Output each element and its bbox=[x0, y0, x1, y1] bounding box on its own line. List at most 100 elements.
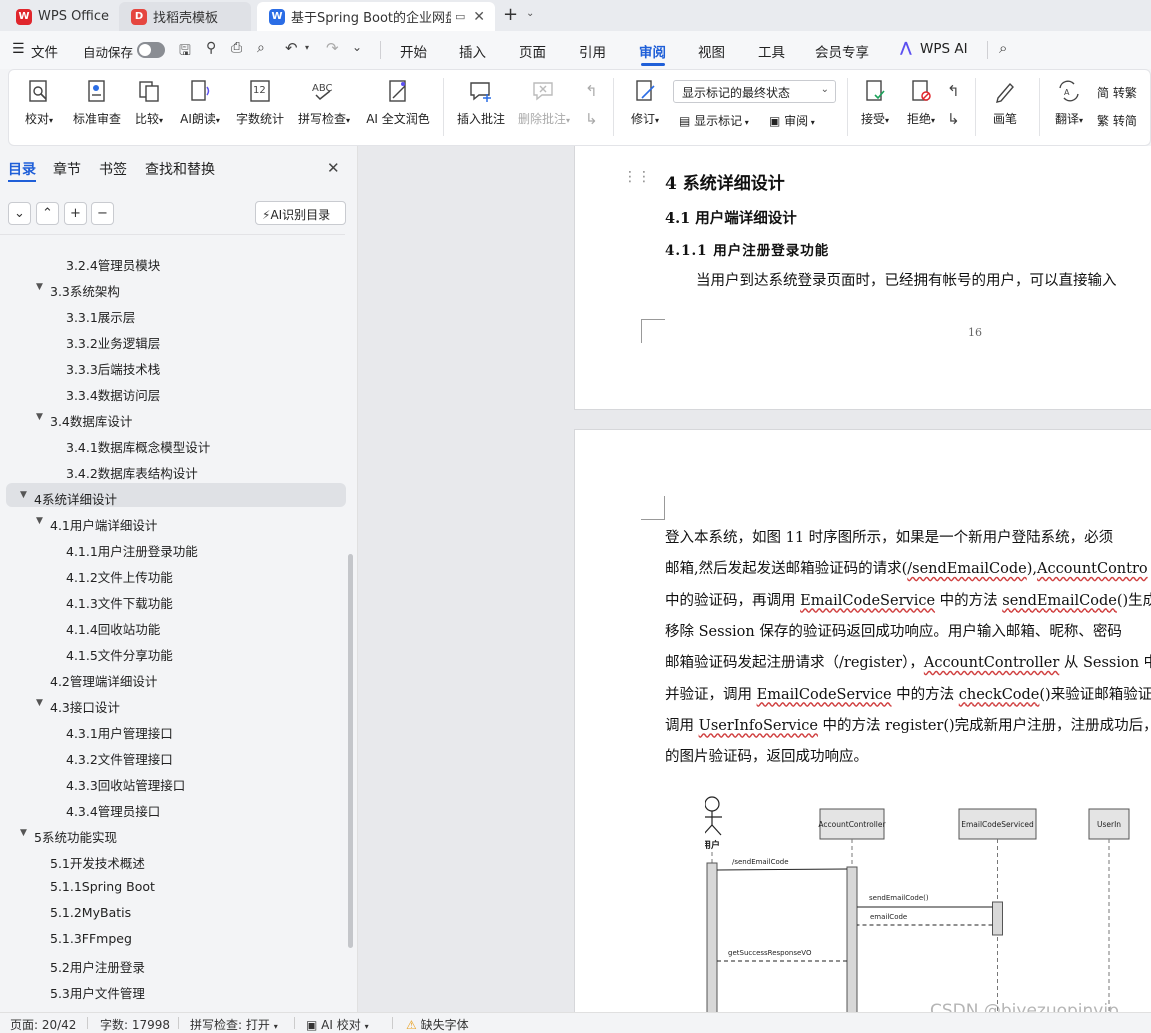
expand-arrow-icon[interactable]: ▼ bbox=[36, 516, 43, 526]
new-tab-icon[interactable]: + bbox=[503, 4, 518, 25]
menu-insert[interactable]: 插入 bbox=[459, 41, 486, 61]
search-icon[interactable]: ⌕ bbox=[999, 39, 1007, 57]
more-chevron-icon[interactable]: ⌄ bbox=[352, 40, 362, 54]
expand-arrow-icon[interactable]: ▼ bbox=[20, 490, 27, 500]
ai-polish-button[interactable]: AI 全文润色 bbox=[363, 78, 433, 127]
panel-tab-find-replace[interactable]: 查找和替换 bbox=[145, 159, 215, 179]
toc-item[interactable]: 4.3.4管理员接口 bbox=[66, 801, 160, 820]
toc-item[interactable]: 4.1.2文件上传功能 bbox=[66, 567, 173, 586]
prev-comment-icon[interactable]: ↰ bbox=[585, 82, 598, 100]
toc-item[interactable]: 5.1开发技术概述 bbox=[50, 853, 145, 872]
toc-item[interactable]: 3.3.3后端技术栈 bbox=[66, 359, 160, 378]
pen-button[interactable]: 画笔 bbox=[985, 78, 1025, 127]
toc-item[interactable]: 4.3.3回收站管理接口 bbox=[66, 775, 185, 794]
print-icon[interactable]: ⎙ bbox=[231, 40, 242, 56]
next-revision-icon[interactable]: ↳ bbox=[947, 110, 960, 128]
toc-item[interactable]: 4.3.2文件管理接口 bbox=[66, 749, 173, 768]
ai-toc-button[interactable]: ⚡AI识别目录 bbox=[255, 201, 346, 225]
reject-button[interactable]: 拒绝▾ bbox=[901, 78, 941, 127]
close-panel-icon[interactable]: ✕ bbox=[327, 159, 340, 177]
toc-item[interactable]: ▼ 5系统功能实现 bbox=[20, 827, 117, 846]
undo-chevron-icon[interactable]: ▾ bbox=[305, 43, 309, 52]
toc-item[interactable]: 4.2管理端详细设计 bbox=[50, 671, 157, 690]
menu-start[interactable]: 开始 bbox=[400, 41, 427, 61]
compare-button[interactable]: 比较▾ bbox=[129, 78, 169, 127]
collapse-up-button[interactable]: ⌃ bbox=[36, 202, 59, 225]
spell-check-button[interactable]: ABC 拼写检查▾ bbox=[293, 78, 355, 127]
review-pane-button[interactable]: ▣ 审阅 ▾ bbox=[769, 112, 815, 129]
tab-list-chevron-icon[interactable]: ⌄ bbox=[526, 8, 534, 19]
tab-document[interactable]: W 基于Spring Boot的企业网盘 ▭ ✕ bbox=[257, 2, 495, 31]
page-indicator[interactable]: 页面: 20/42 bbox=[10, 1016, 76, 1033]
toc-item[interactable]: 4.1.4回收站功能 bbox=[66, 619, 160, 638]
undo-icon[interactable]: ↶ bbox=[285, 39, 298, 57]
toc-item[interactable]: 5.3用户文件管理 bbox=[50, 983, 145, 1002]
menu-member[interactable]: 会员专享 bbox=[815, 41, 869, 61]
panel-tab-toc[interactable]: 目录 bbox=[8, 159, 36, 179]
screen-icon[interactable]: ▭ bbox=[455, 10, 465, 23]
menu-wps-ai[interactable]: WPS AI bbox=[920, 41, 968, 57]
add-level-button[interactable]: + bbox=[64, 202, 87, 225]
menu-file[interactable]: 文件 bbox=[31, 41, 58, 61]
missing-font-status[interactable]: ⚠ 缺失字体 bbox=[406, 1016, 469, 1033]
toc-item[interactable]: ▼ 3.3系统架构 bbox=[36, 281, 120, 300]
toc-item[interactable]: 4.1.3文件下载功能 bbox=[66, 593, 173, 612]
print-preview-icon[interactable]: ⌕ bbox=[257, 40, 265, 56]
panel-scrollbar[interactable] bbox=[348, 554, 353, 948]
panel-tab-bookmark[interactable]: 书签 bbox=[99, 159, 127, 179]
show-markup-button[interactable]: ▤ 显示标记 ▾ bbox=[679, 112, 749, 129]
toc-item[interactable]: 3.3.4数据访问层 bbox=[66, 385, 160, 404]
expand-arrow-icon[interactable]: ▼ bbox=[36, 412, 43, 422]
redo-icon[interactable]: ↷ bbox=[326, 39, 339, 57]
menu-tools[interactable]: 工具 bbox=[758, 41, 785, 61]
save-icon[interactable]: 🖫 bbox=[179, 40, 191, 64]
ai-check-status[interactable]: ▣ AI 校对 ▾ bbox=[306, 1016, 369, 1033]
toc-item[interactable]: ▼ 4.1用户端详细设计 bbox=[36, 515, 157, 534]
menu-view[interactable]: 视图 bbox=[698, 41, 725, 61]
markup-state-select[interactable]: 显示标记的最终状态 ⌄ bbox=[673, 80, 836, 103]
expand-arrow-icon[interactable]: ▼ bbox=[36, 282, 43, 292]
drag-handle-icon[interactable]: ⋮⋮ bbox=[623, 169, 651, 185]
word-count-button[interactable]: 12 字数统计 bbox=[233, 78, 287, 127]
to-simplified-button[interactable]: 繁 转简 bbox=[1097, 112, 1137, 129]
toc-item[interactable]: 3.4.1数据库概念模型设计 bbox=[66, 437, 210, 456]
accept-button[interactable]: 接受▾ bbox=[855, 78, 895, 127]
toc-item[interactable]: ▼ 3.4数据库设计 bbox=[36, 411, 132, 430]
tab-wps-office[interactable]: W WPS Office bbox=[4, 2, 110, 31]
toc-item[interactable]: 5.1.3FFmpeg bbox=[50, 931, 132, 946]
proofread-button[interactable]: 校对▾ bbox=[19, 78, 59, 127]
toc-item[interactable]: 3.4.2数据库表结构设计 bbox=[66, 463, 198, 482]
delete-comment-button[interactable]: 删除批注▾ bbox=[513, 78, 575, 127]
translate-button[interactable]: A 翻译▾ bbox=[1047, 78, 1091, 127]
ai-read-button[interactable]: AI朗读▾ bbox=[175, 78, 225, 127]
menu-page[interactable]: 页面 bbox=[519, 41, 546, 61]
toc-item[interactable]: 3.3.1展示层 bbox=[66, 307, 135, 326]
insert-comment-button[interactable]: 插入批注 bbox=[453, 78, 509, 127]
to-traditional-button[interactable]: 简 转繁 bbox=[1097, 84, 1137, 101]
toc-item[interactable]: 4.1.5文件分享功能 bbox=[66, 645, 173, 664]
next-comment-icon[interactable]: ↳ bbox=[585, 110, 598, 128]
spell-check-status[interactable]: 拼写检查: 打开 ▾ bbox=[190, 1016, 278, 1033]
hamburger-icon[interactable]: ☰ bbox=[12, 41, 25, 57]
toc-item[interactable]: 4.3.1用户管理接口 bbox=[66, 723, 173, 742]
toc-item[interactable]: ▼ 4.3接口设计 bbox=[36, 697, 120, 716]
menu-review[interactable]: 审阅 bbox=[639, 41, 666, 61]
toc-item[interactable]: 5.1.2MyBatis bbox=[50, 905, 131, 920]
expand-arrow-icon[interactable]: ▼ bbox=[20, 828, 27, 838]
close-tab-icon[interactable]: ✕ bbox=[473, 9, 485, 25]
toc-item[interactable]: ▼ 4系统详细设计 bbox=[20, 489, 117, 508]
remove-level-button[interactable]: − bbox=[91, 202, 114, 225]
expand-down-button[interactable]: ⌄ bbox=[8, 202, 31, 225]
toc-item[interactable]: 5.2用户注册登录 bbox=[50, 957, 145, 976]
toc-item[interactable]: 3.2.4管理员模块 bbox=[66, 255, 160, 274]
word-count-indicator[interactable]: 字数: 17998 bbox=[100, 1016, 170, 1033]
panel-tab-chapter[interactable]: 章节 bbox=[53, 159, 81, 179]
revise-button[interactable]: 修订▾ bbox=[623, 78, 667, 127]
tab-docer-template[interactable]: D 找稻壳模板 bbox=[119, 2, 251, 31]
autosave-toggle[interactable] bbox=[137, 42, 165, 58]
expand-arrow-icon[interactable]: ▼ bbox=[36, 698, 43, 708]
share-link-icon[interactable]: ⚲ bbox=[206, 40, 216, 56]
toc-item[interactable]: 3.3.2业务逻辑层 bbox=[66, 333, 160, 352]
toc-item[interactable]: 5.1.1Spring Boot bbox=[50, 879, 155, 894]
standard-review-button[interactable]: 标准审查 bbox=[67, 78, 127, 127]
